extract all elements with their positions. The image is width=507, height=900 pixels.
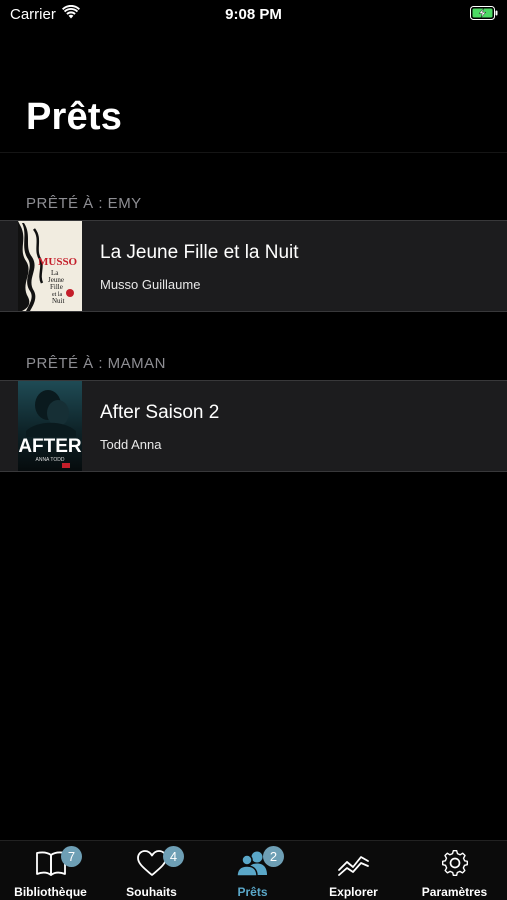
list-item[interactable]: MUSSO La Jeune Fille et la Nuit La Jeune… xyxy=(0,220,507,312)
tab-label: Bibliothèque xyxy=(14,885,87,899)
book-cover: MUSSO La Jeune Fille et la Nuit xyxy=(18,221,82,311)
battery-charging-icon xyxy=(470,6,498,20)
tab-bibliotheque[interactable]: 7 Bibliothèque xyxy=(0,841,101,900)
divider xyxy=(0,152,507,153)
tab-explorer[interactable]: Explorer xyxy=(303,841,404,900)
cover-title-text: AFTER xyxy=(18,436,82,457)
section-header-maman: PRÊTÉ À : MAMAN xyxy=(26,355,167,372)
tab-bar: 7 Bibliothèque 4 Souhaits 2 Prêts Explor… xyxy=(0,840,507,900)
svg-text:Fille: Fille xyxy=(50,283,63,291)
book-author: Musso Guillaume xyxy=(100,277,201,292)
book-cover: AFTER ANNA TODD xyxy=(18,381,82,471)
tab-label: Souhaits xyxy=(126,885,177,899)
trend-chart-icon xyxy=(337,856,369,876)
tab-label: Paramètres xyxy=(421,885,488,899)
book-title: After Saison 2 xyxy=(100,402,220,423)
tab-label: Prêts xyxy=(237,885,268,899)
clock: 9:08 PM xyxy=(225,6,282,23)
tab-badge: 4 xyxy=(163,846,184,867)
page-title: Prêts xyxy=(26,96,123,138)
status-bar: Carrier 9:08 PM xyxy=(0,0,507,30)
cover-author-text: ANNA TODD xyxy=(36,457,65,463)
tab-souhaits[interactable]: 4 Souhaits xyxy=(101,841,202,900)
tab-badge: 2 xyxy=(263,846,284,867)
tab-badge: 7 xyxy=(61,846,82,867)
list-item[interactable]: AFTER ANNA TODD After Saison 2 Todd Anna xyxy=(0,380,507,472)
gear-icon xyxy=(441,850,468,876)
tab-prets[interactable]: 2 Prêts xyxy=(202,841,303,900)
tab-label: Explorer xyxy=(329,885,378,899)
cover-author-text: MUSSO xyxy=(38,256,78,268)
svg-text:Nuit: Nuit xyxy=(52,297,65,305)
tab-parametres[interactable]: Paramètres xyxy=(404,841,505,900)
book-title: La Jeune Fille et la Nuit xyxy=(100,242,299,263)
section-header-emy: PRÊTÉ À : EMY xyxy=(26,195,142,212)
book-author: Todd Anna xyxy=(100,437,162,452)
